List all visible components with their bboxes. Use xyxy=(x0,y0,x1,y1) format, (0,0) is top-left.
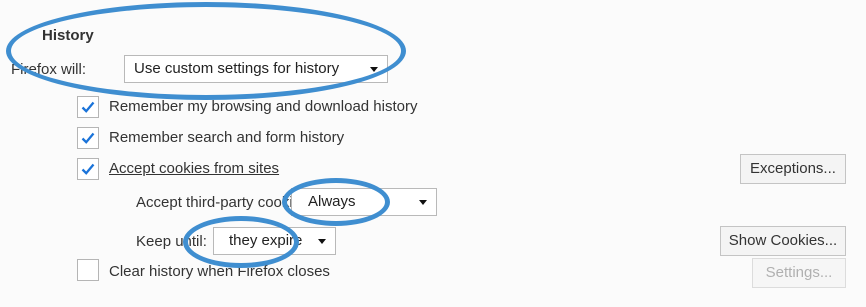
chevron-down-icon xyxy=(318,239,326,244)
checkmark-icon xyxy=(81,163,95,175)
accept-cookies-checkbox[interactable] xyxy=(77,158,99,180)
exceptions-button[interactable]: Exceptions... xyxy=(740,154,846,184)
checkmark-icon xyxy=(81,132,95,144)
show-cookies-button[interactable]: Show Cookies... xyxy=(720,226,846,256)
remember-browsing-checkbox[interactable] xyxy=(77,96,99,118)
checkmark-icon xyxy=(81,101,95,113)
chevron-down-icon xyxy=(419,200,427,205)
remember-browsing-label: Remember my browsing and download histor… xyxy=(109,98,418,115)
accept-cookies-label: Accept cookies from sites xyxy=(109,160,280,177)
clear-history-checkbox[interactable] xyxy=(77,259,99,281)
remember-search-checkbox[interactable] xyxy=(77,127,99,149)
highlight-ring-history xyxy=(6,2,406,100)
settings-button: Settings... xyxy=(752,258,846,288)
highlight-ring-expire xyxy=(183,216,299,268)
remember-search-label: Remember search and form history xyxy=(109,129,345,146)
highlight-ring-always xyxy=(282,178,390,226)
